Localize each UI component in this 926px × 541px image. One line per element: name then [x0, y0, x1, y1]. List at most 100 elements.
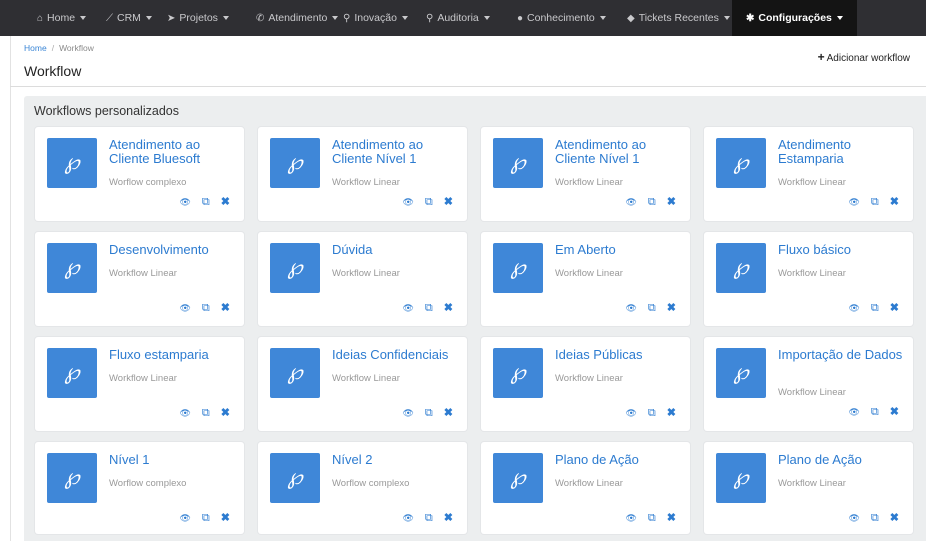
nav-atendimento[interactable]: ✆ Atendimento [256, 0, 339, 36]
workflow-card[interactable]: ℘ Em Aberto Workflow Linear 👁 ⧉ ✖ [481, 232, 690, 326]
workflow-type: Workflow Linear [109, 268, 177, 279]
workflow-type: Workflow Linear [332, 268, 400, 279]
copy-icon[interactable]: ⧉ [202, 302, 210, 315]
workflow-card[interactable]: ℘ Atendimento Estamparia Workflow Linear 👁 ⧉… [704, 127, 913, 221]
workflow-card[interactable]: ℘ Plano de Ação Workflow Linear 👁 ⧉ ✖ [481, 442, 690, 534]
workflow-card[interactable]: ℘ Desenvolvimento Workflow Linear 👁 ⧉ ✖ [35, 232, 244, 326]
copy-icon[interactable]: ⧉ [425, 302, 433, 315]
breadcrumb: Home / Workflow [24, 43, 94, 53]
copy-icon[interactable]: ⧉ [425, 407, 433, 420]
workflow-card[interactable]: ℘ Fluxo básico Workflow Linear 👁 ⧉ ✖ [704, 232, 913, 326]
workflow-card[interactable]: ℘ Fluxo estamparia Workflow Linear 👁 ⧉ ✖ [35, 337, 244, 431]
eye-icon[interactable]: 👁 [625, 408, 636, 419]
eye-icon[interactable]: 👁 [848, 197, 859, 208]
nav-conhecimento[interactable]: ● Conhecimento [517, 0, 606, 36]
close-icon[interactable]: ✖ [221, 195, 230, 208]
eye-icon[interactable]: 👁 [848, 513, 859, 524]
copy-icon[interactable]: ⧉ [202, 407, 210, 420]
nav-tickets-recentes[interactable]: ◆ Tickets Recentes [627, 0, 730, 36]
close-icon[interactable]: ✖ [444, 511, 453, 524]
close-icon[interactable]: ✖ [444, 195, 453, 208]
workflow-name-link[interactable]: Ideias Confidenciais [332, 348, 460, 362]
eye-icon[interactable]: 👁 [402, 303, 413, 314]
nav-projetos[interactable]: ➤ Projetos [167, 0, 229, 36]
copy-icon[interactable]: ⧉ [425, 512, 433, 525]
workflow-actions: 👁 ⧉ ✖ [168, 301, 230, 315]
eye-icon[interactable]: 👁 [848, 303, 859, 314]
workflow-name-link[interactable]: Ideias Públicas [555, 348, 683, 362]
eye-icon[interactable]: 👁 [625, 513, 636, 524]
eye-icon[interactable]: 👁 [402, 408, 413, 419]
eye-icon[interactable]: 👁 [179, 303, 190, 314]
copy-icon[interactable]: ⧉ [871, 406, 879, 419]
copy-icon[interactable]: ⧉ [425, 196, 433, 209]
close-icon[interactable]: ✖ [890, 195, 899, 208]
copy-icon[interactable]: ⧉ [648, 196, 656, 209]
workflow-name-link[interactable]: Em Aberto [555, 243, 683, 257]
chevron-down-icon [836, 16, 843, 21]
eye-icon[interactable]: 👁 [402, 513, 413, 524]
workflow-name-link[interactable]: Fluxo estamparia [109, 348, 237, 362]
workflow-name-link[interactable]: Nível 2 [332, 453, 460, 467]
nav-configuracoes[interactable]: ✱ Configurações [732, 0, 857, 36]
workflow-card[interactable]: ℘ Importação de Dados Workflow Linear 👁 ⧉ ✖ [704, 337, 913, 431]
close-icon[interactable]: ✖ [890, 405, 899, 418]
close-icon[interactable]: ✖ [221, 301, 230, 314]
nav-label: Configurações [758, 12, 832, 24]
copy-icon[interactable]: ⧉ [871, 512, 879, 525]
eye-icon[interactable]: 👁 [179, 197, 190, 208]
workflow-card[interactable]: ℘ Atendimento ao Cliente Nível 1 Workflow … [481, 127, 690, 221]
copy-icon[interactable]: ⧉ [648, 512, 656, 525]
workflow-card[interactable]: ℘ Nível 2 Worflow complexo 👁 ⧉ ✖ [258, 442, 467, 534]
close-icon[interactable]: ✖ [667, 406, 676, 419]
nav-inovacao[interactable]: ⚲ Inovação [343, 0, 408, 36]
eye-icon[interactable]: 👁 [402, 197, 413, 208]
copy-icon[interactable]: ⧉ [648, 407, 656, 420]
workflow-name-link[interactable]: Atendimento ao Cliente Nível 1 [332, 138, 460, 165]
workflow-name-link[interactable]: Plano de Ação [778, 453, 906, 467]
breadcrumb-separator: / [51, 43, 55, 53]
eye-icon[interactable]: 👁 [179, 513, 190, 524]
workflow-name-link[interactable]: Desenvolvimento [109, 243, 237, 257]
copy-icon[interactable]: ⧉ [871, 302, 879, 315]
breadcrumb-home-link[interactable]: Home [24, 43, 47, 53]
close-icon[interactable]: ✖ [890, 301, 899, 314]
close-icon[interactable]: ✖ [890, 511, 899, 524]
close-icon[interactable]: ✖ [444, 406, 453, 419]
copy-icon[interactable]: ⧉ [871, 196, 879, 209]
workflow-card[interactable]: ℘ Atendimento ao Cliente Bluesoft Worflow … [35, 127, 244, 221]
close-icon[interactable]: ✖ [667, 511, 676, 524]
nav-auditoria[interactable]: ⚲ Auditoria [426, 0, 490, 36]
workflow-name-link[interactable]: Nível 1 [109, 453, 237, 467]
workflow-card[interactable]: ℘ Ideias Confidenciais Workflow Linear 👁 ⧉ ✖ [258, 337, 467, 431]
eye-icon[interactable]: 👁 [848, 407, 859, 418]
workflow-card[interactable]: ℘ Nível 1 Worflow complexo 👁 ⧉ ✖ [35, 442, 244, 534]
eye-icon[interactable]: 👁 [179, 408, 190, 419]
close-icon[interactable]: ✖ [221, 511, 230, 524]
eye-icon[interactable]: 👁 [625, 197, 636, 208]
close-icon[interactable]: ✖ [667, 195, 676, 208]
copy-icon[interactable]: ⧉ [648, 302, 656, 315]
workflow-name-link[interactable]: Importação de Dados [778, 348, 906, 362]
close-icon[interactable]: ✖ [444, 301, 453, 314]
workflow-card[interactable]: ℘ Plano de Ação Workflow Linear 👁 ⧉ ✖ [704, 442, 913, 534]
nav-crm[interactable]: ⟋ CRM [106, 0, 152, 36]
workflow-name-link[interactable]: Fluxo básico [778, 243, 906, 257]
eye-icon[interactable]: 👁 [625, 303, 636, 314]
workflow-name-link[interactable]: Plano de Ação [555, 453, 683, 467]
workflow-name-link[interactable]: Atendimento Estamparia [778, 138, 906, 165]
workflow-type: Workflow Linear [778, 177, 846, 188]
workflow-name-link[interactable]: Atendimento ao Cliente Nível 1 [555, 138, 683, 165]
workflow-name-link[interactable]: Atendimento ao Cliente Bluesoft [109, 138, 237, 165]
nav-home[interactable]: ⌂ Home [37, 0, 87, 36]
close-icon[interactable]: ✖ [221, 406, 230, 419]
nav-label: Inovação [354, 12, 397, 24]
close-icon[interactable]: ✖ [667, 301, 676, 314]
workflow-card[interactable]: ℘ Atendimento ao Cliente Nível 1 Workflow … [258, 127, 467, 221]
add-workflow-button[interactable]: + Adicionar workflow [818, 50, 910, 64]
workflow-name-link[interactable]: Dúvida [332, 243, 460, 257]
copy-icon[interactable]: ⧉ [202, 512, 210, 525]
workflow-card[interactable]: ℘ Dúvida Workflow Linear 👁 ⧉ ✖ [258, 232, 467, 326]
workflow-card[interactable]: ℘ Ideias Públicas Workflow Linear 👁 ⧉ ✖ [481, 337, 690, 431]
copy-icon[interactable]: ⧉ [202, 196, 210, 209]
